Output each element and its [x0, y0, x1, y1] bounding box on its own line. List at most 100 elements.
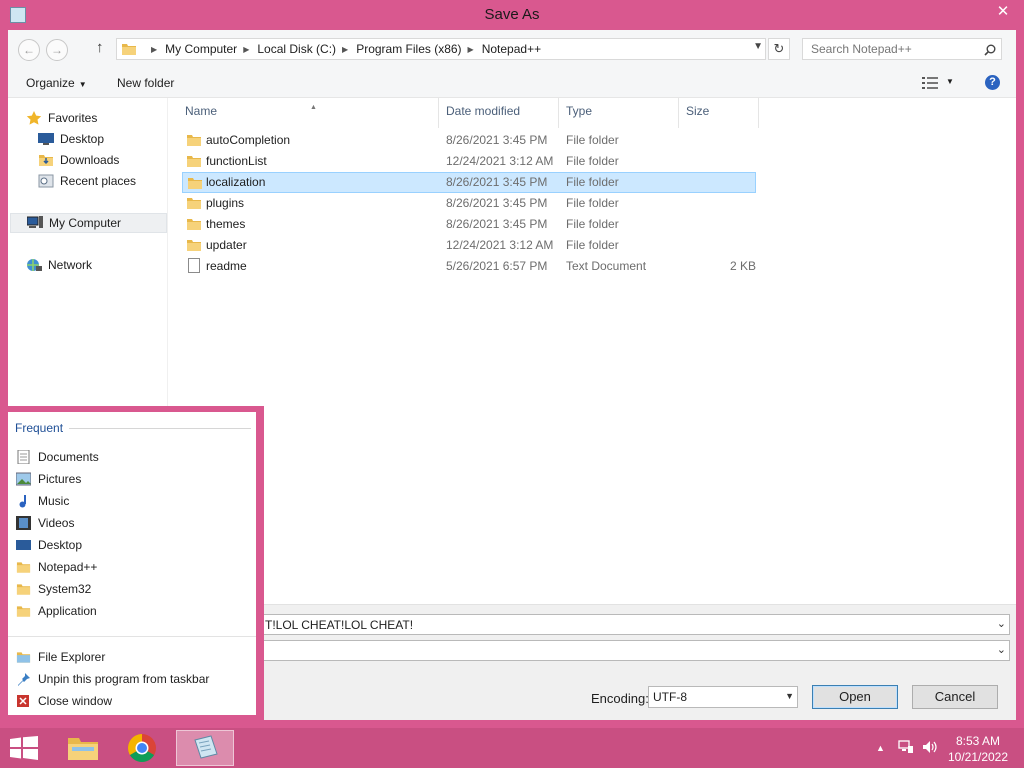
file-type: File folder [566, 196, 619, 210]
command-bar: Organize ▼ New folder ▼ ? [8, 68, 1016, 98]
chevron-right-icon: ▶ [151, 44, 158, 54]
jump-task-label: File Explorer [38, 650, 106, 664]
taskbar-chrome[interactable] [114, 730, 172, 766]
file-date: 5/26/2021 6:57 PM [446, 259, 548, 273]
file-size: 2 KB [730, 259, 757, 273]
chevron-right-icon[interactable]: ▶ [468, 45, 474, 54]
column-label: Name [185, 104, 218, 118]
file-type: File folder [566, 175, 619, 189]
network-icon[interactable] [898, 740, 914, 754]
jump-item-label: System32 [38, 582, 92, 596]
address-row: ← → ↑ ▶ My Computer ▶ Local Disk (C:) ▶ … [8, 30, 1016, 68]
help-icon[interactable]: ? [985, 75, 1000, 90]
column-header-type[interactable]: Type [566, 104, 592, 124]
encoding-select[interactable]: UTF-8 ▼ [648, 686, 798, 708]
volume-icon[interactable] [922, 740, 938, 754]
downloads-folder-icon [39, 155, 53, 166]
file-name-input[interactable]: T!LOL CHEAT!LOL CHEAT! ⌄ [188, 614, 1010, 635]
jump-item-label: Videos [38, 516, 75, 530]
desktop-icon [38, 133, 54, 145]
column-divider[interactable] [558, 98, 559, 128]
breadcrumb-my-computer[interactable]: My Computer [165, 42, 237, 56]
up-button[interactable]: ↑ [96, 39, 104, 56]
chevron-right-icon[interactable]: ▶ [243, 45, 249, 54]
nav-favorites[interactable]: Favorites [26, 108, 183, 128]
search-input[interactable]: Search Notepad++ [802, 38, 1002, 60]
column-header-date-modified[interactable]: Date modified [446, 104, 520, 124]
clock-date: 10/21/2022 [947, 750, 1009, 764]
jump-item-system32[interactable]: System32 [16, 579, 91, 599]
jump-item-label: Pictures [38, 472, 82, 486]
new-folder-button[interactable]: New folder [117, 76, 174, 90]
column-divider[interactable] [438, 98, 439, 128]
windows-start-icon[interactable] [10, 736, 38, 760]
nav-network[interactable]: Network [26, 255, 183, 275]
jump-task-close-window[interactable]: Close window [16, 691, 112, 711]
refresh-button[interactable]: ↻ [768, 38, 790, 60]
column-header-size[interactable]: Size [686, 104, 709, 124]
file-type: Text Document [566, 259, 647, 273]
file-date: 8/26/2021 3:45 PM [446, 133, 548, 147]
forward-button[interactable]: → [46, 39, 68, 61]
file-row[interactable]: themes 8/26/2021 3:45 PM File folder [182, 214, 756, 235]
jump-item-videos[interactable]: Videos [16, 513, 74, 533]
clock[interactable]: 8:53 AM 10/21/2022 [940, 733, 1016, 765]
show-hidden-icons-button[interactable]: ▲ [876, 743, 885, 753]
taskbar-notepad[interactable] [176, 730, 234, 766]
chevron-down-icon[interactable]: ▼ [753, 41, 763, 52]
nav-label: Network [48, 258, 93, 272]
jump-item-desktop[interactable]: Desktop [16, 535, 82, 555]
nav-desktop[interactable]: Desktop [38, 129, 195, 149]
nav-label: Recent places [60, 174, 137, 188]
file-row-selected[interactable]: localization 8/26/2021 3:45 PM File fold… [182, 172, 756, 193]
file-row[interactable]: updater 12/24/2021 3:12 AM File folder [182, 235, 756, 256]
column-divider[interactable] [678, 98, 679, 128]
desktop-icon [16, 540, 31, 550]
breadcrumb-notepad[interactable]: Notepad++ [482, 42, 541, 56]
close-button[interactable]: ✕ [986, 2, 1020, 22]
chevron-down-icon[interactable]: ▼ [785, 691, 794, 701]
jump-item-application[interactable]: Application [16, 601, 97, 621]
file-row[interactable]: functionList 12/24/2021 3:12 AM File fol… [182, 151, 756, 172]
nav-downloads[interactable]: Downloads [38, 150, 195, 170]
address-bar[interactable]: ▶ My Computer ▶ Local Disk (C:) ▶ Progra… [116, 38, 766, 60]
organize-button[interactable]: Organize ▼ [26, 76, 87, 90]
nav-my-computer[interactable]: My Computer [10, 213, 167, 233]
back-button[interactable]: ← [18, 39, 40, 61]
chevron-down-icon[interactable]: ⌄ [997, 643, 1006, 656]
file-date: 12/24/2021 3:12 AM [446, 238, 554, 252]
chevron-down-icon[interactable]: ⌄ [997, 617, 1006, 630]
organize-label: Organize [26, 76, 75, 90]
jump-item-notepad[interactable]: Notepad++ [16, 557, 97, 577]
search-icon[interactable] [984, 44, 996, 56]
file-row[interactable]: autoCompletion 8/26/2021 3:45 PM File fo… [182, 130, 756, 151]
jump-task-unpin[interactable]: Unpin this program from taskbar [16, 669, 209, 689]
jump-item-music[interactable]: Music [16, 491, 69, 511]
nav-label: Desktop [60, 132, 105, 146]
jump-item-documents[interactable]: Documents [16, 447, 99, 467]
file-explorer-icon [16, 652, 31, 663]
column-divider[interactable] [758, 98, 759, 128]
chevron-down-icon[interactable]: ▼ [946, 77, 954, 86]
taskbar-jump-list: Frequent Documents Pictures Music Videos… [0, 406, 264, 722]
cancel-button[interactable]: Cancel [912, 685, 998, 709]
file-row[interactable]: plugins 8/26/2021 3:45 PM File folder [182, 193, 756, 214]
file-name-value: T!LOL CHEAT!LOL CHEAT! [265, 618, 414, 632]
file-type: File folder [566, 133, 619, 147]
jump-item-pictures[interactable]: Pictures [16, 469, 81, 489]
jump-task-file-explorer[interactable]: File Explorer [16, 647, 105, 667]
title-bar[interactable]: Save As ✕ [0, 0, 1024, 30]
open-button[interactable]: Open [812, 685, 898, 709]
file-row[interactable]: readme 5/26/2021 6:57 PM Text Document 2… [182, 256, 756, 277]
taskbar: ▲ 8:53 AM 10/21/2022 [0, 728, 1024, 768]
column-header-name[interactable]: Name ▲ [185, 104, 317, 124]
close-icon [17, 695, 29, 707]
nav-recent-places[interactable]: Recent places [38, 171, 195, 191]
chevron-right-icon[interactable]: ▶ [342, 45, 348, 54]
save-as-type-select[interactable]: ⌄ [188, 640, 1010, 661]
file-date: 8/26/2021 3:45 PM [446, 196, 548, 210]
view-list-icon[interactable] [922, 77, 938, 89]
breadcrumb-local-disk[interactable]: Local Disk (C:) [257, 42, 336, 56]
breadcrumb-program-files[interactable]: Program Files (x86) [356, 42, 461, 56]
taskbar-file-explorer[interactable] [54, 730, 112, 766]
